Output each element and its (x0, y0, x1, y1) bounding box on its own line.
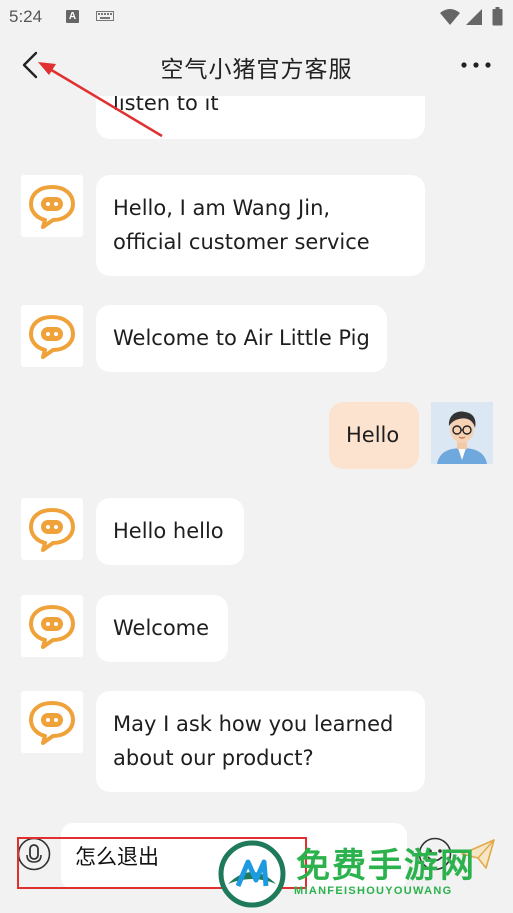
status-time: 5:24 (9, 7, 43, 26)
pig-chat-icon (29, 605, 75, 649)
notification-icon: A (66, 10, 79, 23)
agent-avatar[interactable] (21, 175, 83, 237)
message-line: official customer service (113, 230, 370, 254)
wifi-icon (440, 9, 460, 25)
battery-icon (492, 7, 503, 26)
chat-message-list[interactable]: listen to it Hello, I am Wang Jin, offic… (0, 96, 513, 808)
status-bar: 5:24 A (0, 0, 513, 34)
message-bubble: May I ask how you learned about our prod… (96, 691, 425, 792)
message-bubble: Hello, I am Wang Jin, official customer … (96, 175, 425, 276)
message-line: Hello, I am Wang Jin, (113, 196, 331, 220)
user-avatar-icon (431, 402, 493, 464)
message-line: Hello (346, 423, 400, 447)
microphone-icon (17, 837, 51, 871)
message-bubble: Welcome (96, 595, 228, 662)
agent-avatar[interactable] (21, 498, 83, 560)
send-button[interactable] (458, 834, 498, 874)
message-bubble: Welcome to Air Little Pig (96, 305, 387, 372)
message-line: listen to it (113, 96, 219, 115)
user-avatar[interactable] (431, 402, 493, 464)
page-title: 空气小猪官方客服 (160, 57, 353, 83)
input-bar: 怎么退出 (0, 808, 513, 913)
more-button[interactable] (456, 54, 496, 76)
message-bubble: listen to it (96, 96, 425, 139)
more-dots-icon (461, 62, 491, 68)
emoji-icon (418, 837, 452, 871)
message-input[interactable]: 怎么退出 (61, 823, 407, 889)
pig-chat-icon (29, 701, 75, 745)
agent-avatar[interactable] (21, 595, 83, 657)
pig-chat-icon (29, 185, 75, 229)
send-icon (461, 839, 495, 869)
message-line: Welcome (113, 616, 210, 640)
message-line: Hello hello (113, 519, 224, 543)
pig-chat-icon (29, 315, 75, 359)
message-line: about our product? (113, 746, 314, 770)
app-header: 空气小猪官方客服 (0, 34, 513, 96)
message-bubble: Hello hello (96, 498, 244, 565)
emoji-button[interactable] (418, 837, 452, 871)
message-line: Welcome to Air Little Pig (113, 326, 370, 350)
voice-input-button[interactable] (17, 837, 51, 871)
message-bubble: Hello (329, 402, 419, 469)
message-line: May I ask how you learned (113, 712, 394, 736)
agent-avatar[interactable] (21, 305, 83, 367)
agent-avatar[interactable] (21, 691, 83, 753)
signal-icon (466, 9, 482, 25)
pig-chat-icon (29, 508, 75, 552)
keyboard-icon (96, 11, 114, 21)
